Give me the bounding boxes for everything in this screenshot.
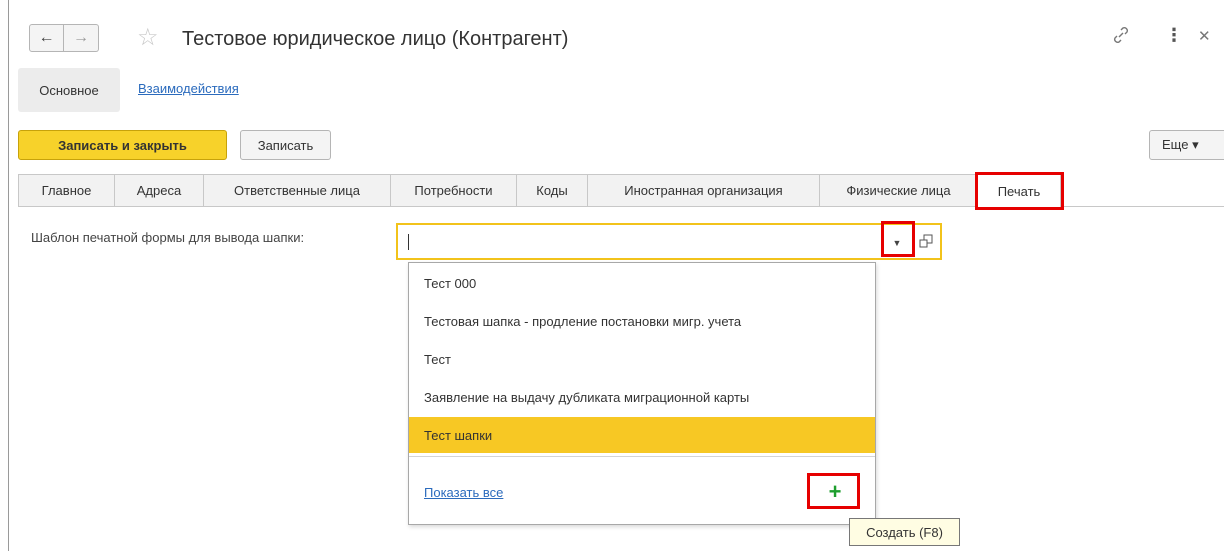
dropdown-item-selected[interactable]: Тест шапки — [409, 417, 875, 453]
show-all-link[interactable]: Показать все — [424, 485, 503, 500]
save-and-close-button[interactable]: Записать и закрыть — [18, 130, 227, 160]
title-bar: ← → ☆ Тестовое юридическое лицо (Контраг… — [9, 0, 1224, 60]
dropdown-item[interactable]: Тест 000 — [409, 265, 875, 301]
arrow-left-icon: ← — [38, 29, 55, 46]
star-icon[interactable]: ☆ — [137, 24, 159, 52]
dropdown-item[interactable]: Заявление на выдачу дубликата миграционн… — [409, 379, 875, 415]
page-title: Тестовое юридическое лицо (Контрагент) — [182, 28, 569, 50]
subnav-item-main[interactable]: Основное — [18, 68, 120, 112]
save-button[interactable]: Записать — [240, 130, 331, 160]
tab-print[interactable]: Печать — [977, 174, 1061, 207]
navigation-buttons: ← → — [29, 24, 99, 52]
close-icon[interactable]: ✕ — [1198, 26, 1211, 48]
dropdown-item[interactable]: Тестовая шапка - продление постановки ми… — [409, 303, 875, 339]
dropdown-item[interactable]: Тест — [409, 341, 875, 377]
forward-button[interactable]: → — [64, 24, 99, 52]
create-tooltip: Создать (F8) — [849, 518, 960, 546]
back-button[interactable]: ← — [29, 24, 64, 52]
tab-needs[interactable]: Потребности — [390, 174, 517, 206]
tab-main[interactable]: Главное — [18, 174, 115, 206]
subnav-item-interactions[interactable]: Взаимодействия — [138, 81, 239, 96]
template-field-label: Шаблон печатной формы для вывода шапки: — [31, 230, 305, 245]
chevron-down-icon[interactable]: ▼ — [883, 232, 911, 254]
form-window: ← → ☆ Тестовое юридическое лицо (Контраг… — [8, 0, 1224, 551]
add-icon[interactable]: + — [811, 477, 859, 507]
dropdown-divider — [409, 456, 875, 457]
more-actions-button[interactable]: Еще ▾ — [1149, 130, 1224, 160]
arrow-right-icon: → — [73, 29, 89, 46]
text-caret — [408, 234, 409, 250]
tab-foreign-organization[interactable]: Иностранная организация — [587, 174, 820, 206]
template-input[interactable] — [396, 223, 942, 260]
tab-codes[interactable]: Коды — [516, 174, 588, 206]
template-dropdown: Тест 000 Тестовая шапка - продление пост… — [408, 262, 876, 525]
tab-addresses[interactable]: Адреса — [114, 174, 204, 206]
link-icon[interactable] — [1112, 24, 1130, 46]
open-form-icon[interactable] — [918, 233, 934, 249]
tab-individuals[interactable]: Физические лица — [819, 174, 978, 206]
tab-responsible-persons[interactable]: Ответственные лица — [203, 174, 391, 206]
more-vertical-icon[interactable]: ⋮ — [1165, 24, 1183, 46]
